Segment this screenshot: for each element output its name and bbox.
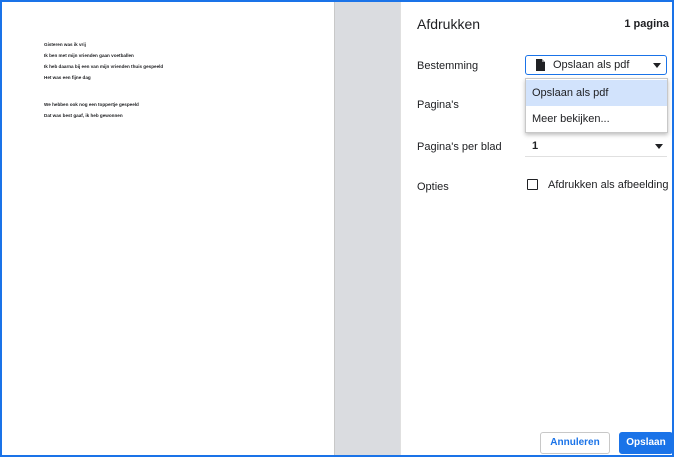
chevron-down-icon [655,144,663,149]
preview-page: Gisteren was ik vrij Ik ben met mijn vri… [2,2,335,455]
page-count: 1 pagina [624,18,669,30]
pages-label: Pagina's [417,99,459,111]
dialog-title: Afdrukken [417,16,481,32]
options-label: Opties [417,181,449,193]
chevron-down-icon [653,63,661,68]
destination-select[interactable]: Opslaan als pdf [525,55,667,75]
print-dialog: Gisteren was ik vrij Ik ben met mijn vri… [0,0,674,457]
destination-value: Opslaan als pdf [553,59,630,71]
destination-dropdown-menu: Opslaan als pdf Meer bekijken... [525,78,668,133]
print-as-image-checkbox[interactable] [527,179,538,190]
save-button[interactable]: Opslaan [619,432,672,454]
print-as-image-label[interactable]: Afdrukken als afbeelding [548,179,668,191]
cancel-button[interactable]: Annuleren [540,432,610,454]
preview-line: Gisteren was ik vrij [44,42,86,47]
print-preview-area: Gisteren was ik vrij Ik ben met mijn vri… [2,2,400,455]
print-settings-panel: Afdrukken 1 pagina Bestemming Opslaan al… [400,2,672,455]
file-icon [536,59,545,71]
menu-item-see-more[interactable]: Meer bekijken... [526,106,667,132]
preview-line: Ik ben met mijn vrienden gaan voetballen [44,53,134,58]
menu-item-save-as-pdf[interactable]: Opslaan als pdf [526,80,667,106]
pages-per-sheet-select[interactable]: 1 [525,138,667,157]
pages-per-sheet-label: Pagina's per blad [417,141,502,153]
preview-line: Het was een fijne dag [44,75,91,80]
preview-line: We hebben ook nog een toppertje gespeeld [44,102,139,107]
preview-line: Dat was best gaaf, ik heb gewonnen [44,113,123,118]
pages-per-sheet-value: 1 [532,140,539,152]
destination-label: Bestemming [417,60,479,72]
preview-line: Ik heb daarna bij een van mijn vrienden … [44,64,164,69]
